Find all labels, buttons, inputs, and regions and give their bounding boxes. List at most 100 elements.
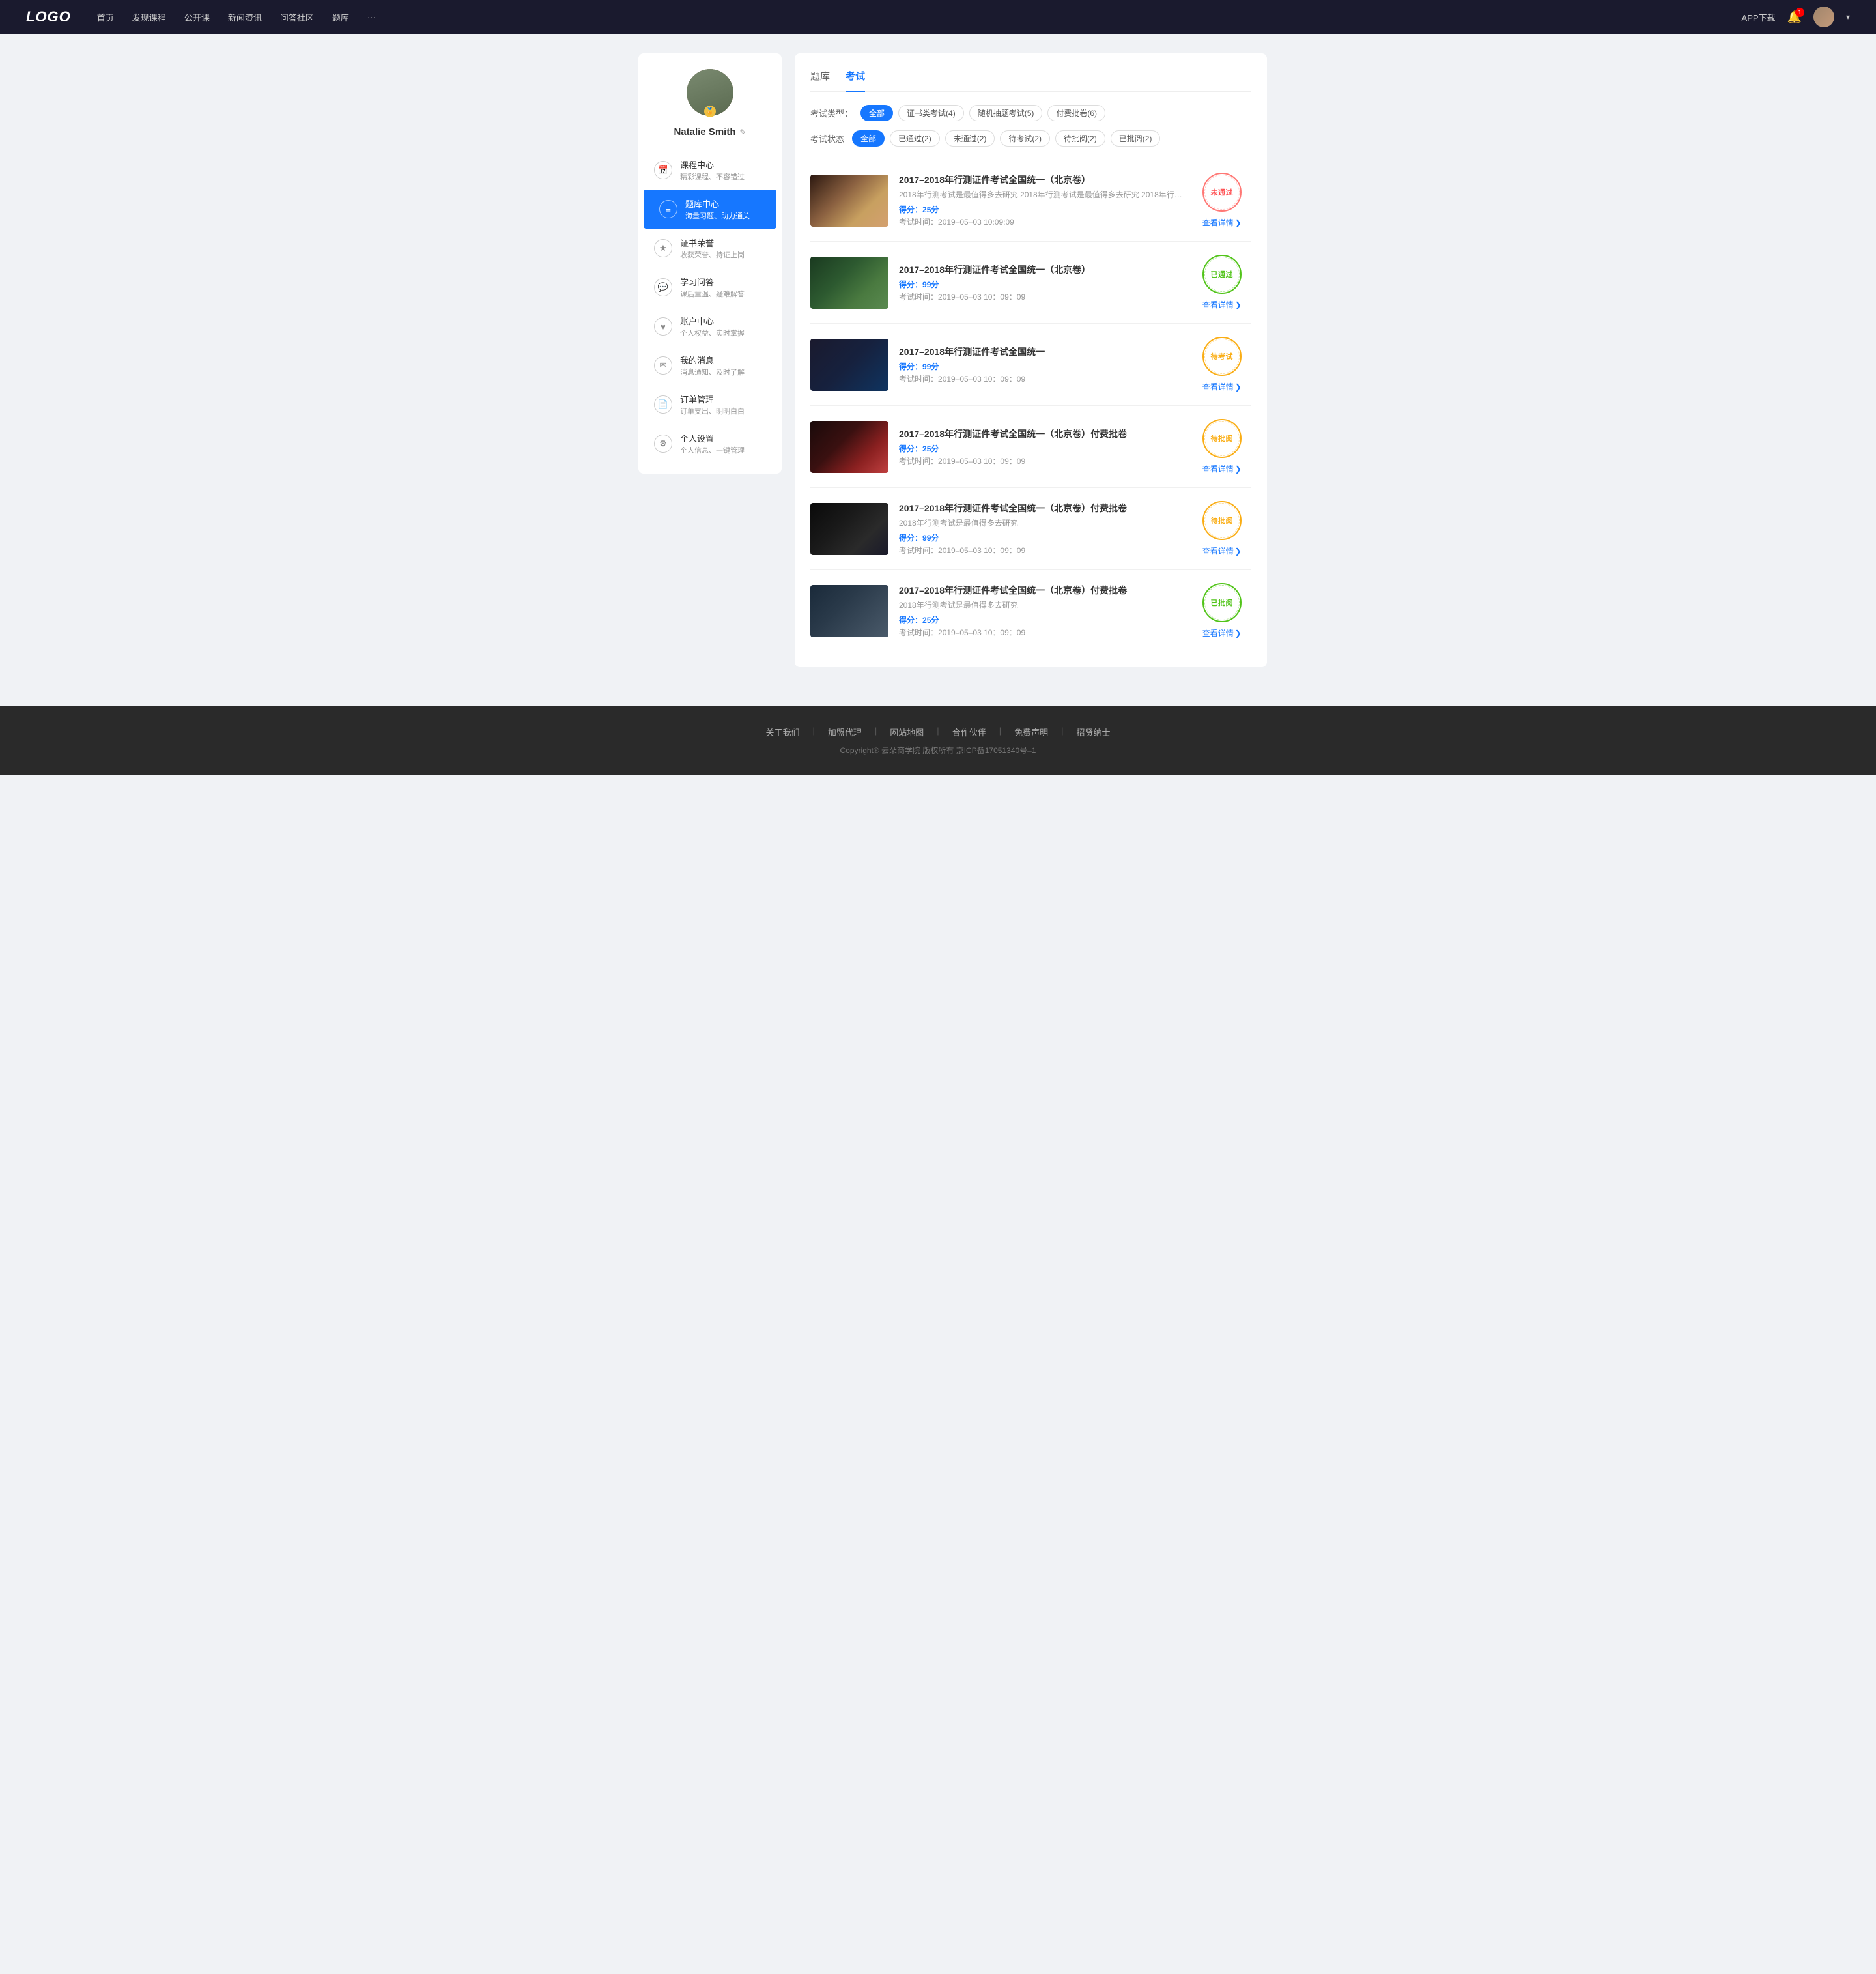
tab-exam[interactable]: 考试 [846, 69, 865, 92]
avatar-container: 🏅 [687, 69, 733, 119]
sidebar-menu-sub-question: 海量习题、助力通关 [685, 210, 750, 221]
sidebar-item-setting[interactable]: ⚙ 个人设置 个人信息、一键管理 [638, 424, 782, 463]
exam-info-6: 2017–2018年行测证件考试全国统一（北京卷）付费批卷 2018年行测考试是… [899, 584, 1182, 638]
sidebar-menu-title-certificate: 证书荣誉 [680, 236, 745, 249]
footer-sitemap[interactable]: 网站地图 [890, 726, 924, 738]
nav-open-course[interactable]: 公开课 [184, 11, 210, 23]
filter-status-tags: 全部 已通过(2) 未通过(2) 待考试(2) 待批阅(2) 已批阅(2) [852, 130, 1160, 147]
exam-info-5: 2017–2018年行测证件考试全国统一（北京卷）付费批卷 2018年行测考试是… [899, 502, 1182, 556]
sidebar-menu-text-certificate: 证书荣誉 收获荣誉、持证上岗 [680, 236, 745, 260]
filter-type-paid[interactable]: 付费批卷(6) [1047, 105, 1105, 121]
sidebar-menu-title-setting: 个人设置 [680, 432, 745, 444]
nav-more[interactable]: ··· [367, 12, 376, 22]
sidebar-badge-icon: 🏅 [704, 106, 716, 117]
footer-about[interactable]: 关于我们 [765, 726, 799, 738]
sidebar-item-certificate[interactable]: ★ 证书荣誉 收获荣誉、持证上岗 [638, 229, 782, 268]
nav-question-bank[interactable]: 题库 [332, 11, 349, 23]
exam-title-5: 2017–2018年行测证件考试全国统一（北京卷）付费批卷 [899, 502, 1182, 515]
sidebar-username-row: Natalie Smith ✎ [674, 126, 746, 137]
navbar-logo[interactable]: LOGO [26, 8, 71, 25]
exam-thumb-2 [810, 257, 888, 309]
footer-copyright: Copyright® 云朵商学院 版权所有 京ICP备17051340号–1 [13, 745, 1863, 756]
exam-thumb-3 [810, 339, 888, 391]
navbar: LOGO 首页 发现课程 公开课 新闻资讯 问答社区 题库 ··· APP下载 … [0, 0, 1876, 34]
nav-discover[interactable]: 发现课程 [132, 11, 166, 23]
filter-status-row: 考试状态 全部 已通过(2) 未通过(2) 待考试(2) 待批阅(2) 已批阅(… [810, 130, 1251, 147]
filter-status-passed[interactable]: 已通过(2) [890, 130, 940, 147]
filter-status-failed[interactable]: 未通过(2) [945, 130, 995, 147]
exam-score-3: 得分：99分 [899, 361, 1182, 372]
sidebar-menu-title-order: 订单管理 [680, 393, 745, 405]
star-icon: ★ [654, 239, 672, 257]
app-download-link[interactable]: APP下载 [1742, 11, 1776, 23]
filter-status-reviewed[interactable]: 已批阅(2) [1111, 130, 1161, 147]
footer-disclaimer[interactable]: 免费声明 [1014, 726, 1048, 738]
view-detail-6[interactable]: 查看详情 ❯ [1202, 627, 1242, 638]
sidebar-menu-text-account: 账户中心 个人权益、实时掌握 [680, 315, 745, 338]
exam-item-1: 2017–2018年行测证件考试全国统一（北京卷） 2018年行测考试是最值得多… [810, 160, 1251, 242]
exam-score-2: 得分：99分 [899, 279, 1182, 290]
sidebar-menu-title-message: 我的消息 [680, 354, 745, 366]
exam-title-3: 2017–2018年行测证件考试全国统一 [899, 345, 1182, 358]
notification-bell[interactable]: 🔔 1 [1787, 10, 1802, 24]
exam-score-6: 得分：25分 [899, 614, 1182, 625]
filter-type-cert[interactable]: 证书类考试(4) [898, 105, 964, 121]
navbar-nav: 首页 发现课程 公开课 新闻资讯 问答社区 题库 ··· [97, 11, 1742, 23]
chat-icon: 💬 [654, 278, 672, 296]
footer-franchise[interactable]: 加盟代理 [828, 726, 862, 738]
exam-thumb-5 [810, 503, 888, 555]
gear-icon: ⚙ [654, 435, 672, 453]
exam-thumb-4 [810, 421, 888, 473]
sidebar-item-study[interactable]: 💬 学习问答 课后重温、疑难解答 [638, 268, 782, 307]
status-stamp-5: 待批阅 [1202, 501, 1242, 540]
status-stamp-1: 未通过 [1202, 173, 1242, 212]
exam-item-3: 2017–2018年行测证件考试全国统一 得分：99分 考试时间：2019–05… [810, 324, 1251, 406]
sidebar-item-question[interactable]: ≡ 题库中心 海量习题、助力通关 [644, 190, 776, 229]
exam-status-2: 已通过 查看详情 ❯ [1193, 255, 1251, 310]
nav-qa[interactable]: 问答社区 [280, 11, 314, 23]
exam-info-3: 2017–2018年行测证件考试全国统一 得分：99分 考试时间：2019–05… [899, 345, 1182, 384]
footer-careers[interactable]: 招贤纳士 [1077, 726, 1111, 738]
sidebar-item-message[interactable]: ✉ 我的消息 消息通知、及时了解 [638, 346, 782, 385]
exam-score-5: 得分：99分 [899, 532, 1182, 543]
nav-home[interactable]: 首页 [97, 11, 114, 23]
exam-thumb-1 [810, 175, 888, 227]
avatar[interactable] [1813, 7, 1834, 27]
sidebar-item-account[interactable]: ♥ 账户中心 个人权益、实时掌握 [638, 307, 782, 346]
view-detail-1[interactable]: 查看详情 ❯ [1202, 217, 1242, 228]
filter-type-row: 考试类型： 全部 证书类考试(4) 随机抽题考试(5) 付费批卷(6) [810, 105, 1251, 121]
exam-info-4: 2017–2018年行测证件考试全国统一（北京卷）付费批卷 得分：25分 考试时… [899, 427, 1182, 466]
exam-time-1: 考试时间：2019–05–03 10:09:09 [899, 216, 1182, 227]
status-stamp-2: 已通过 [1202, 255, 1242, 294]
exam-desc-1: 2018年行测考试是最值得多去研究 2018年行测考试是最值得多去研究 2018… [899, 189, 1182, 200]
chevron-down-icon[interactable]: ▾ [1846, 12, 1850, 21]
footer: 关于我们 | 加盟代理 | 网站地图 | 合作伙伴 | 免费声明 | 招贤纳士 … [0, 706, 1876, 775]
filter-status-all[interactable]: 全部 [852, 130, 885, 147]
filter-type-tags: 全部 证书类考试(4) 随机抽题考试(5) 付费批卷(6) [860, 105, 1105, 121]
exam-status-3: 待考试 查看详情 ❯ [1193, 337, 1251, 392]
footer-partners[interactable]: 合作伙伴 [952, 726, 986, 738]
filter-type-all[interactable]: 全部 [860, 105, 893, 121]
exam-info-2: 2017–2018年行测证件考试全国统一（北京卷） 得分：99分 考试时间：20… [899, 263, 1182, 302]
filter-status-pending[interactable]: 待考试(2) [1000, 130, 1050, 147]
sidebar-item-order[interactable]: 📄 订单管理 订单支出、明明白白 [638, 385, 782, 424]
exam-title-6: 2017–2018年行测证件考试全国统一（北京卷）付费批卷 [899, 584, 1182, 597]
exam-title-2: 2017–2018年行测证件考试全国统一（北京卷） [899, 263, 1182, 276]
view-detail-4[interactable]: 查看详情 ❯ [1202, 463, 1242, 474]
notification-badge: 1 [1795, 8, 1804, 17]
sidebar-item-course[interactable]: 📅 课程中心 精彩课程、不容错过 [638, 150, 782, 190]
filter-type-random[interactable]: 随机抽题考试(5) [969, 105, 1043, 121]
sidebar-menu-sub-course: 精彩课程、不容错过 [680, 171, 745, 182]
tab-question-bank[interactable]: 题库 [810, 69, 830, 92]
main-container: 🏅 Natalie Smith ✎ 📅 课程中心 精彩课程、不容错过 ≡ 题库中… [625, 34, 1251, 687]
view-detail-5[interactable]: 查看详情 ❯ [1202, 545, 1242, 556]
message-icon: ✉ [654, 356, 672, 375]
sidebar-menu-sub-setting: 个人信息、一键管理 [680, 445, 745, 455]
exam-status-5: 待批阅 查看详情 ❯ [1193, 501, 1251, 556]
nav-news[interactable]: 新闻资讯 [228, 11, 262, 23]
view-detail-3[interactable]: 查看详情 ❯ [1202, 381, 1242, 392]
calendar-icon: 📅 [654, 161, 672, 179]
edit-icon[interactable]: ✎ [739, 128, 746, 137]
filter-status-awaiting-review[interactable]: 待批阅(2) [1055, 130, 1105, 147]
view-detail-2[interactable]: 查看详情 ❯ [1202, 299, 1242, 310]
